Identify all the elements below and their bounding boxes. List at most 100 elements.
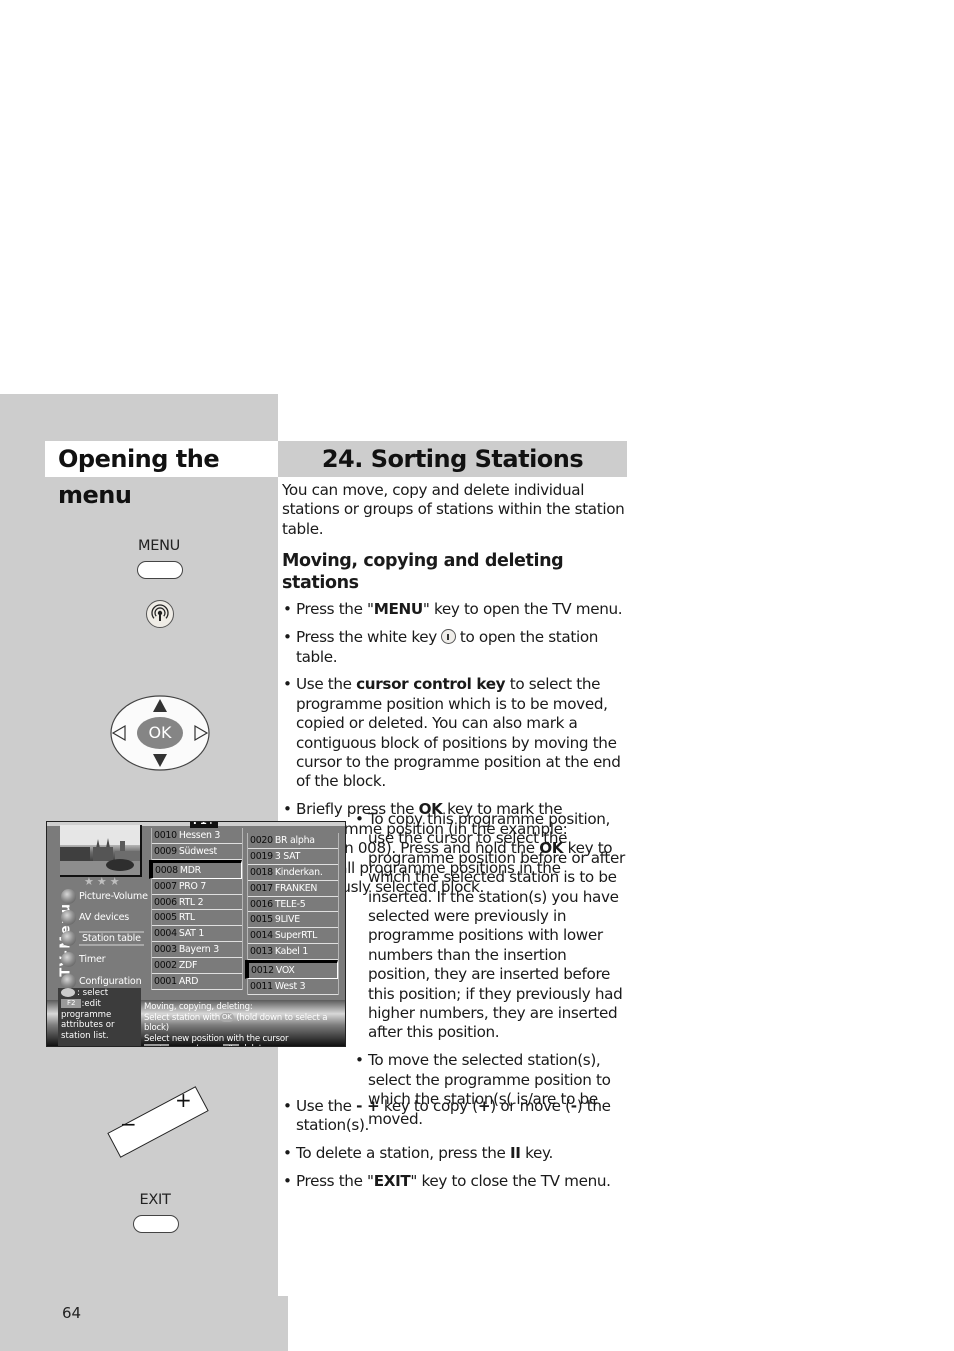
station-row[interactable]: 0017 FRANKEN xyxy=(248,881,338,897)
station-row[interactable]: 0005 RTL xyxy=(152,910,242,927)
tv-menu-item-timer[interactable]: Timer xyxy=(61,950,106,968)
station-name: VOX xyxy=(275,965,295,977)
station-name: Hessen 3 xyxy=(178,830,221,841)
station-row[interactable]: 0020 BR alpha xyxy=(248,833,338,849)
station-name: West 3 xyxy=(274,981,306,993)
help-left-panel: : select F2:edit programme attributes or… xyxy=(58,988,141,1046)
antenna-key-inline-icon xyxy=(440,629,456,645)
intro-paragraph: You can move, copy and delete individual… xyxy=(282,481,625,538)
bullet-exit: Press the "EXIT" key to close the TV men… xyxy=(282,1172,627,1192)
station-row[interactable]: 0003 Bayern 3 xyxy=(152,942,242,959)
station-name: 3 SAT xyxy=(274,850,301,862)
menu-ball-icon xyxy=(61,888,76,904)
station-number: 0019 xyxy=(250,850,273,862)
menu-ball-icon xyxy=(61,951,76,967)
station-name: TELE-5 xyxy=(274,898,306,910)
menu-ball-icon xyxy=(61,930,76,946)
station-number: 0013 xyxy=(250,946,273,958)
antenna-key-icon[interactable] xyxy=(146,600,174,628)
station-row[interactable]: 0001 ARD xyxy=(152,974,242,990)
f1-up-indicator: F1↑ xyxy=(190,822,219,828)
sidebar-notch xyxy=(278,1296,288,1351)
bullet-copy: To copy this programme position, use the… xyxy=(354,810,629,1043)
station-number: 0020 xyxy=(250,835,273,846)
station-name: SAT 1 xyxy=(178,928,205,940)
station-number: 0014 xyxy=(250,930,273,942)
station-row[interactable]: 0016 TELE-5 xyxy=(248,897,338,913)
section-title-right: 24. Sorting Stations xyxy=(278,441,627,477)
station-number: 0016 xyxy=(250,898,273,910)
station-number: 0011 xyxy=(250,981,273,993)
station-number: 0010 xyxy=(154,830,177,841)
dpad-mini-icon xyxy=(61,988,75,997)
plus-icon: + xyxy=(175,1088,192,1112)
station-name: Kabel 1 xyxy=(274,946,309,958)
station-name: Südwest xyxy=(178,845,217,857)
station-name: 9LIVE xyxy=(274,914,300,926)
tv-menu-screenshot: ★★★ TV-Menu Picture-Volume AV devices St… xyxy=(46,821,346,1047)
station-number: 0005 xyxy=(154,912,177,924)
station-name: ZDF xyxy=(178,960,198,972)
station-list-right: 0020 BR alpha 0019 3 SAT 0018 Kinderkan. 0017 F… xyxy=(245,833,339,995)
f2-key-icon: F2 xyxy=(61,998,82,1008)
station-number: 0015 xyxy=(250,914,273,926)
station-number: 0009 xyxy=(154,845,177,857)
station-row[interactable]: 0006 RTL 2 xyxy=(152,895,242,911)
station-row[interactable]: 0012 VOX xyxy=(245,960,338,980)
station-name: FRANKEN xyxy=(274,882,318,894)
bullet-cursor: Use the cursor control key to select the… xyxy=(282,675,627,791)
station-row[interactable]: 0014 SuperRTL xyxy=(248,928,338,945)
station-row[interactable]: 0009 Südwest xyxy=(152,844,242,860)
station-number: 0006 xyxy=(154,896,177,908)
tv-menu-item-picture-volume[interactable]: Picture-Volume xyxy=(61,887,148,905)
station-row[interactable]: 0007 PRO 7 xyxy=(152,879,242,895)
station-list-left: 0010 Hessen 3 0009 Südwest 0008 MDR 0007 PRO 70… xyxy=(149,828,243,990)
page-number: 64 xyxy=(62,1304,82,1322)
station-row[interactable]: 0015 9LIVE xyxy=(248,912,338,929)
station-number: 0008 xyxy=(155,864,178,876)
tv-preview-image xyxy=(60,825,142,877)
station-name: PRO 7 xyxy=(178,880,207,892)
menu-ball-icon xyxy=(61,909,76,925)
station-number: 0012 xyxy=(251,965,274,977)
station-row[interactable]: 0019 3 SAT xyxy=(248,849,338,865)
subheading: Moving, copying and deleting stations xyxy=(282,551,564,594)
station-number: 0017 xyxy=(250,882,273,894)
station-row[interactable]: 0008 MDR xyxy=(149,859,242,879)
station-row[interactable]: 0004 SAT 1 xyxy=(152,926,242,943)
station-name: BR alpha xyxy=(274,835,315,846)
station-number: 0007 xyxy=(154,880,177,892)
station-name: ARD xyxy=(178,976,199,988)
station-row[interactable]: 0010 Hessen 3 xyxy=(152,828,242,844)
ok-mini-icon: OK xyxy=(219,1012,234,1022)
station-row[interactable]: 0002 ZDF xyxy=(152,958,242,975)
station-number: 0004 xyxy=(154,928,177,940)
menu-key-label: MENU xyxy=(138,538,180,554)
station-number: 0002 xyxy=(154,960,177,972)
menu-ball-icon xyxy=(61,973,76,989)
bullet-plus-minus: Use the - + key to copy (+) or move (-) … xyxy=(282,1097,627,1136)
section-title-left: Opening the menu xyxy=(45,441,278,509)
minus-icon: − xyxy=(120,1112,137,1136)
station-row[interactable]: 0018 Kinderkan. xyxy=(248,865,338,881)
tv-menu-item-av-devices[interactable]: AV devices xyxy=(61,908,129,926)
cursor-control-key[interactable]: OK xyxy=(110,695,210,771)
plus-minus-key[interactable]: − + xyxy=(98,1086,218,1158)
main-content-narrow: To copy this programme position, use the… xyxy=(354,810,629,1138)
station-row[interactable]: 0013 Kabel 1 xyxy=(248,944,338,961)
ok-key-label: OK xyxy=(148,723,172,742)
station-name: Kinderkan. xyxy=(274,866,323,878)
station-name: MDR xyxy=(179,864,201,876)
tv-menu-item-station-table[interactable]: Station table xyxy=(61,929,144,947)
bullet-delete: To delete a station, press the II key. xyxy=(282,1144,627,1164)
station-row[interactable]: 0011 West 3 xyxy=(248,979,338,995)
station-number: 0001 xyxy=(154,976,177,988)
help-right-panel: Moving, copying, deleting: Select statio… xyxy=(144,1002,345,1046)
station-name: RTL 2 xyxy=(178,896,204,908)
exit-key[interactable] xyxy=(133,1215,179,1233)
station-name: Bayern 3 xyxy=(178,944,219,956)
station-number: 0003 xyxy=(154,944,177,956)
station-number: 0018 xyxy=(250,866,273,878)
exit-key-label: EXIT xyxy=(139,1192,171,1208)
menu-key[interactable] xyxy=(137,561,183,579)
